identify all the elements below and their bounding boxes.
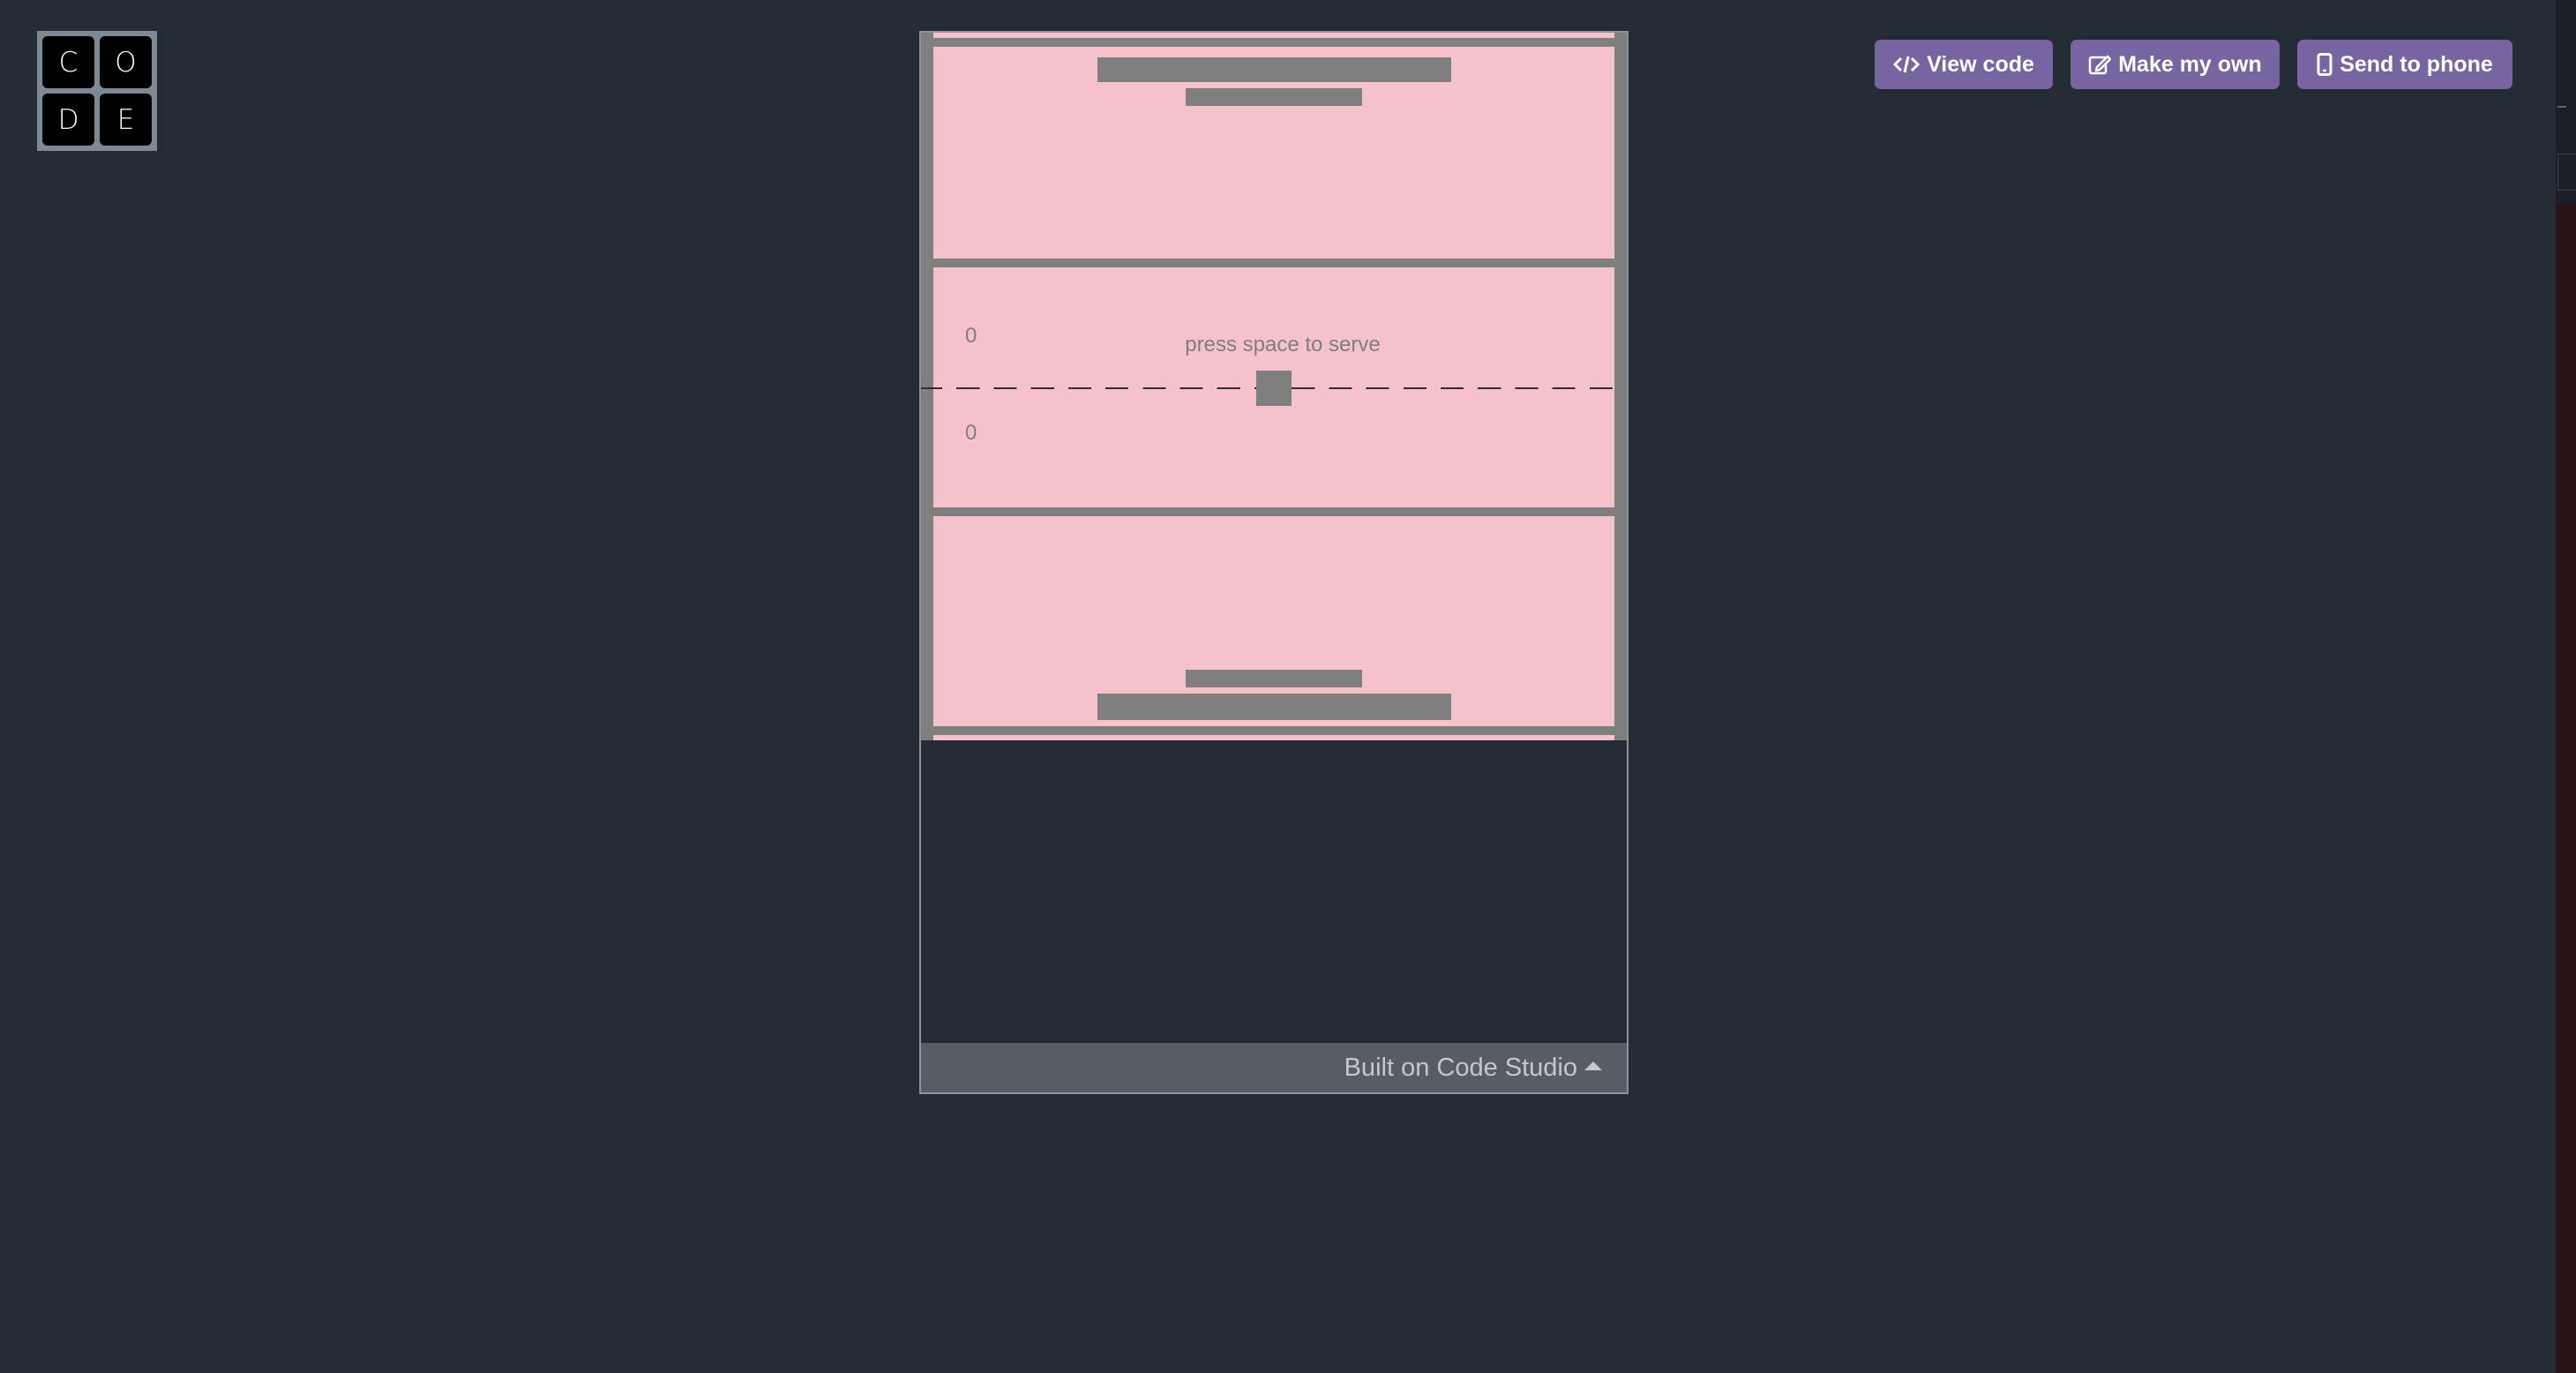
upper-divider: [921, 259, 1627, 267]
phone-icon: [2317, 53, 2333, 76]
bottom-inner-paddle: [1186, 670, 1362, 687]
left-wall: [921, 33, 933, 740]
logo-letter: C: [42, 36, 94, 88]
built-on-code-studio-footer[interactable]: Built on Code Studio: [921, 1043, 1627, 1092]
code-org-logo[interactable]: C O D E: [37, 31, 157, 151]
logo-letter: E: [100, 94, 152, 146]
bottom-score: 0: [965, 421, 977, 445]
app-frame: 0 0 press space to serve Built on Code S…: [919, 31, 1629, 1094]
window-edge: [2556, 0, 2576, 1373]
top-score: 0: [965, 324, 977, 348]
view-code-button[interactable]: View code: [1875, 40, 2053, 89]
logo-letter: O: [100, 36, 152, 88]
edge-mark: [2557, 154, 2576, 191]
edge-panel: [2556, 205, 2576, 1373]
game-canvas[interactable]: 0 0 press space to serve: [921, 33, 1627, 740]
view-code-label: View code: [1927, 51, 2034, 77]
ball: [1256, 371, 1292, 406]
top-paddle: [1097, 57, 1451, 82]
top-inner-paddle: [1186, 88, 1362, 106]
edit-icon: [2088, 53, 2112, 76]
send-to-phone-label: Send to phone: [2340, 51, 2493, 77]
send-to-phone-button[interactable]: Send to phone: [2297, 40, 2512, 89]
lower-divider: [921, 507, 1627, 516]
bottom-wall: [921, 726, 1627, 735]
bottom-paddle: [1097, 694, 1451, 720]
serve-prompt: press space to serve: [1185, 333, 1381, 356]
footer-label: Built on Code Studio: [1344, 1053, 1577, 1082]
code-icon: [1893, 54, 1921, 75]
edge-mark: [2557, 106, 2566, 108]
make-my-own-button[interactable]: Make my own: [2071, 40, 2280, 89]
make-my-own-label: Make my own: [2118, 51, 2262, 77]
caret-up-icon: [1584, 1062, 1602, 1070]
top-wall: [921, 38, 1627, 47]
logo-letter: D: [42, 94, 94, 146]
right-wall: [1614, 33, 1627, 740]
